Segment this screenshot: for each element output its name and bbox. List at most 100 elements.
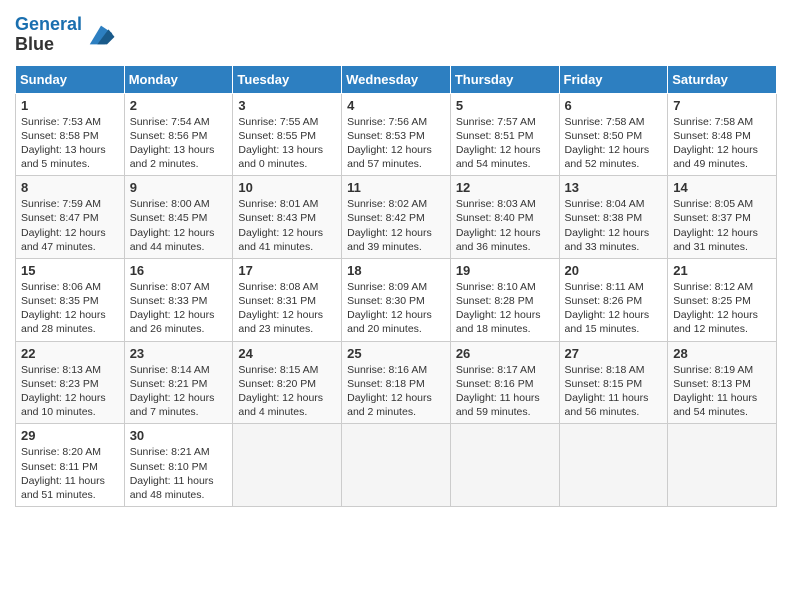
cell-content: Sunrise: 7:58 AMSunset: 8:50 PMDaylight:…	[565, 116, 650, 171]
cell-content: Sunrise: 8:19 AMSunset: 8:13 PMDaylight:…	[673, 364, 757, 419]
calendar-day-17: 17 Sunrise: 8:08 AMSunset: 8:31 PMDaylig…	[233, 258, 342, 341]
cell-content: Sunrise: 8:21 AMSunset: 8:10 PMDaylight:…	[130, 446, 214, 501]
cell-content: Sunrise: 8:01 AMSunset: 8:43 PMDaylight:…	[238, 198, 323, 253]
cell-content: Sunrise: 8:06 AMSunset: 8:35 PMDaylight:…	[21, 281, 106, 336]
cell-content: Sunrise: 8:12 AMSunset: 8:25 PMDaylight:…	[673, 281, 758, 336]
calendar-day-7: 7 Sunrise: 7:58 AMSunset: 8:48 PMDayligh…	[668, 93, 777, 176]
calendar-day-3: 3 Sunrise: 7:55 AMSunset: 8:55 PMDayligh…	[233, 93, 342, 176]
empty-cell	[342, 424, 451, 507]
day-number: 28	[673, 346, 771, 361]
calendar-day-13: 13 Sunrise: 8:04 AMSunset: 8:38 PMDaylig…	[559, 176, 668, 259]
calendar-day-19: 19 Sunrise: 8:10 AMSunset: 8:28 PMDaylig…	[450, 258, 559, 341]
calendar-day-25: 25 Sunrise: 8:16 AMSunset: 8:18 PMDaylig…	[342, 341, 451, 424]
day-number: 3	[238, 98, 336, 113]
day-header-wednesday: Wednesday	[342, 65, 451, 93]
day-number: 14	[673, 180, 771, 195]
cell-content: Sunrise: 8:00 AMSunset: 8:45 PMDaylight:…	[130, 198, 215, 253]
calendar-day-11: 11 Sunrise: 8:02 AMSunset: 8:42 PMDaylig…	[342, 176, 451, 259]
cell-content: Sunrise: 7:58 AMSunset: 8:48 PMDaylight:…	[673, 116, 758, 171]
calendar-day-16: 16 Sunrise: 8:07 AMSunset: 8:33 PMDaylig…	[124, 258, 233, 341]
day-number: 15	[21, 263, 119, 278]
calendar-day-27: 27 Sunrise: 8:18 AMSunset: 8:15 PMDaylig…	[559, 341, 668, 424]
day-number: 18	[347, 263, 445, 278]
day-number: 21	[673, 263, 771, 278]
day-header-sunday: Sunday	[16, 65, 125, 93]
cell-content: Sunrise: 7:55 AMSunset: 8:55 PMDaylight:…	[238, 116, 323, 171]
day-header-friday: Friday	[559, 65, 668, 93]
day-number: 25	[347, 346, 445, 361]
cell-content: Sunrise: 8:03 AMSunset: 8:40 PMDaylight:…	[456, 198, 541, 253]
day-number: 4	[347, 98, 445, 113]
day-number: 12	[456, 180, 554, 195]
day-number: 5	[456, 98, 554, 113]
calendar-day-29: 29 Sunrise: 8:20 AMSunset: 8:11 PMDaylig…	[16, 424, 125, 507]
calendar-day-28: 28 Sunrise: 8:19 AMSunset: 8:13 PMDaylig…	[668, 341, 777, 424]
calendar-day-12: 12 Sunrise: 8:03 AMSunset: 8:40 PMDaylig…	[450, 176, 559, 259]
day-number: 24	[238, 346, 336, 361]
cell-content: Sunrise: 8:08 AMSunset: 8:31 PMDaylight:…	[238, 281, 323, 336]
day-number: 8	[21, 180, 119, 195]
calendar-table: SundayMondayTuesdayWednesdayThursdayFrid…	[15, 65, 777, 507]
cell-content: Sunrise: 8:15 AMSunset: 8:20 PMDaylight:…	[238, 364, 323, 419]
calendar-day-4: 4 Sunrise: 7:56 AMSunset: 8:53 PMDayligh…	[342, 93, 451, 176]
logo-text: General Blue	[15, 15, 82, 55]
calendar-day-20: 20 Sunrise: 8:11 AMSunset: 8:26 PMDaylig…	[559, 258, 668, 341]
cell-content: Sunrise: 8:20 AMSunset: 8:11 PMDaylight:…	[21, 446, 105, 501]
page-header: General Blue	[15, 15, 777, 55]
day-number: 6	[565, 98, 663, 113]
day-number: 9	[130, 180, 228, 195]
cell-content: Sunrise: 8:17 AMSunset: 8:16 PMDaylight:…	[456, 364, 540, 419]
day-number: 27	[565, 346, 663, 361]
logo-icon	[86, 20, 116, 50]
day-header-saturday: Saturday	[668, 65, 777, 93]
calendar-day-10: 10 Sunrise: 8:01 AMSunset: 8:43 PMDaylig…	[233, 176, 342, 259]
day-number: 30	[130, 428, 228, 443]
cell-content: Sunrise: 7:54 AMSunset: 8:56 PMDaylight:…	[130, 116, 215, 171]
cell-content: Sunrise: 8:14 AMSunset: 8:21 PMDaylight:…	[130, 364, 215, 419]
cell-content: Sunrise: 8:10 AMSunset: 8:28 PMDaylight:…	[456, 281, 541, 336]
day-number: 20	[565, 263, 663, 278]
day-number: 10	[238, 180, 336, 195]
cell-content: Sunrise: 8:09 AMSunset: 8:30 PMDaylight:…	[347, 281, 432, 336]
calendar-day-15: 15 Sunrise: 8:06 AMSunset: 8:35 PMDaylig…	[16, 258, 125, 341]
calendar-day-30: 30 Sunrise: 8:21 AMSunset: 8:10 PMDaylig…	[124, 424, 233, 507]
day-number: 23	[130, 346, 228, 361]
day-number: 11	[347, 180, 445, 195]
calendar-day-1: 1 Sunrise: 7:53 AMSunset: 8:58 PMDayligh…	[16, 93, 125, 176]
day-header-monday: Monday	[124, 65, 233, 93]
empty-cell	[559, 424, 668, 507]
calendar-day-26: 26 Sunrise: 8:17 AMSunset: 8:16 PMDaylig…	[450, 341, 559, 424]
day-number: 19	[456, 263, 554, 278]
calendar-day-14: 14 Sunrise: 8:05 AMSunset: 8:37 PMDaylig…	[668, 176, 777, 259]
day-number: 16	[130, 263, 228, 278]
cell-content: Sunrise: 8:02 AMSunset: 8:42 PMDaylight:…	[347, 198, 432, 253]
empty-cell	[668, 424, 777, 507]
calendar-day-2: 2 Sunrise: 7:54 AMSunset: 8:56 PMDayligh…	[124, 93, 233, 176]
day-header-tuesday: Tuesday	[233, 65, 342, 93]
logo: General Blue	[15, 15, 116, 55]
cell-content: Sunrise: 8:04 AMSunset: 8:38 PMDaylight:…	[565, 198, 650, 253]
day-header-thursday: Thursday	[450, 65, 559, 93]
cell-content: Sunrise: 8:18 AMSunset: 8:15 PMDaylight:…	[565, 364, 649, 419]
day-number: 13	[565, 180, 663, 195]
cell-content: Sunrise: 8:16 AMSunset: 8:18 PMDaylight:…	[347, 364, 432, 419]
day-number: 29	[21, 428, 119, 443]
cell-content: Sunrise: 8:05 AMSunset: 8:37 PMDaylight:…	[673, 198, 758, 253]
calendar-day-9: 9 Sunrise: 8:00 AMSunset: 8:45 PMDayligh…	[124, 176, 233, 259]
day-number: 17	[238, 263, 336, 278]
calendar-day-6: 6 Sunrise: 7:58 AMSunset: 8:50 PMDayligh…	[559, 93, 668, 176]
day-number: 2	[130, 98, 228, 113]
calendar-day-5: 5 Sunrise: 7:57 AMSunset: 8:51 PMDayligh…	[450, 93, 559, 176]
cell-content: Sunrise: 8:11 AMSunset: 8:26 PMDaylight:…	[565, 281, 650, 336]
empty-cell	[233, 424, 342, 507]
calendar-day-23: 23 Sunrise: 8:14 AMSunset: 8:21 PMDaylig…	[124, 341, 233, 424]
cell-content: Sunrise: 7:56 AMSunset: 8:53 PMDaylight:…	[347, 116, 432, 171]
cell-content: Sunrise: 7:57 AMSunset: 8:51 PMDaylight:…	[456, 116, 541, 171]
day-number: 1	[21, 98, 119, 113]
day-number: 22	[21, 346, 119, 361]
empty-cell	[450, 424, 559, 507]
cell-content: Sunrise: 8:07 AMSunset: 8:33 PMDaylight:…	[130, 281, 215, 336]
cell-content: Sunrise: 8:13 AMSunset: 8:23 PMDaylight:…	[21, 364, 106, 419]
calendar-day-22: 22 Sunrise: 8:13 AMSunset: 8:23 PMDaylig…	[16, 341, 125, 424]
day-number: 7	[673, 98, 771, 113]
